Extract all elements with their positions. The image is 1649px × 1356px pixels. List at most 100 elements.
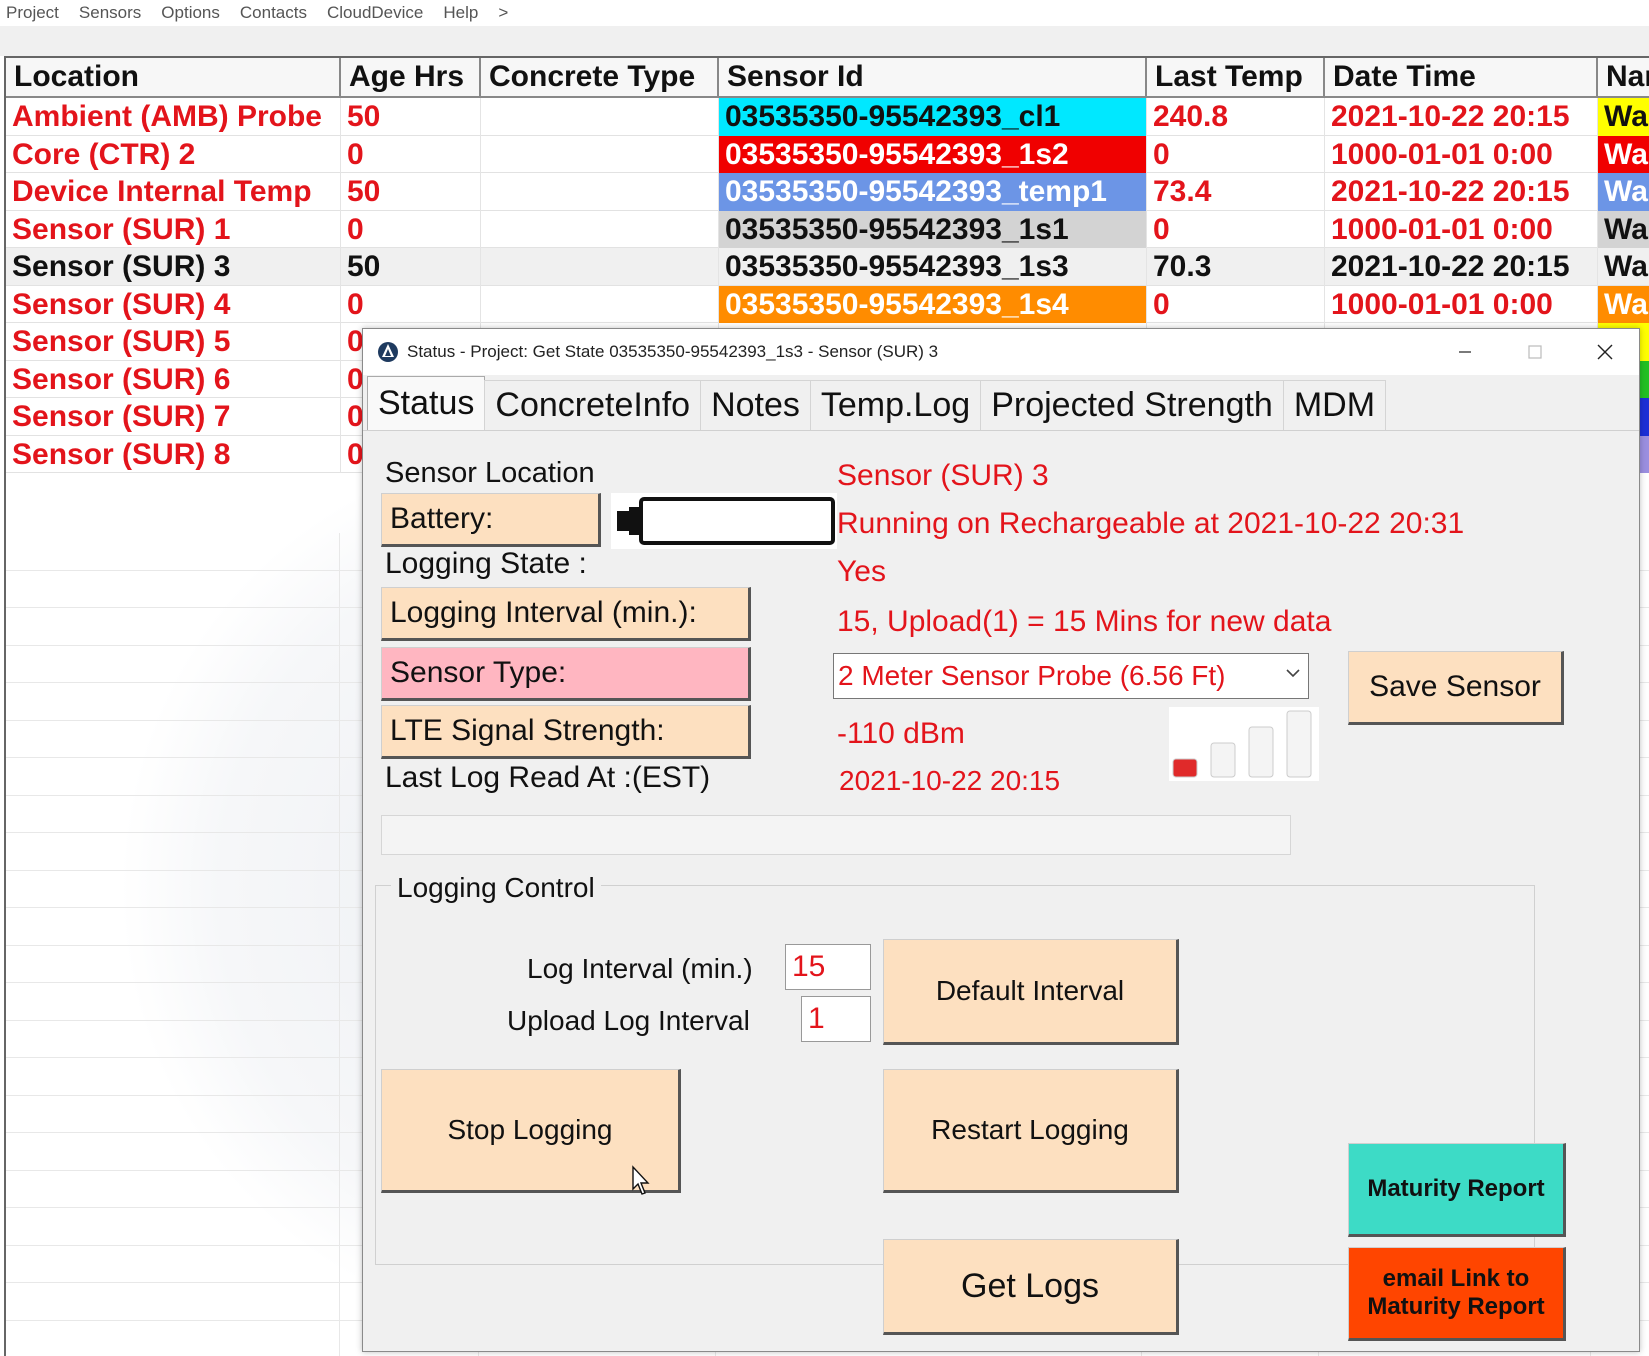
tab-status[interactable]: Status	[367, 376, 486, 430]
table-row[interactable]: Sensor (SUR) 4 0 03535350-95542393_1s4 0 100…	[6, 285, 1649, 323]
cell-name[interactable]: Wa	[1598, 210, 1649, 248]
tab-mdm[interactable]: MDM	[1282, 380, 1387, 430]
maturity-report-button[interactable]: Maturity Report	[1348, 1143, 1566, 1237]
mouse-cursor-icon	[632, 1165, 650, 1195]
app-logo-icon	[378, 342, 398, 362]
header-name[interactable]: Nar	[1598, 58, 1649, 96]
logging-control-title: Logging Control	[391, 872, 601, 904]
menu-overflow[interactable]: >	[488, 0, 518, 26]
cell-age-hrs[interactable]: 0	[341, 285, 481, 323]
sensor-type-label: Sensor Type:	[381, 647, 751, 701]
cell-sensor-id[interactable]: 03535350-95542393_1s4	[719, 285, 1147, 323]
cell-concrete-type[interactable]	[481, 135, 719, 173]
tab-temp-log[interactable]: Temp.Log	[809, 380, 982, 430]
cell-last-temp[interactable]: 0	[1147, 135, 1325, 173]
maximize-button[interactable]	[1501, 329, 1569, 375]
cell-location[interactable]: Sensor (SUR) 5	[6, 323, 341, 361]
table-row[interactable]: Sensor (SUR) 3 50 03535350-95542393_1s3 70.…	[6, 248, 1649, 286]
header-sensor-id[interactable]: Sensor Id	[719, 58, 1147, 96]
empty-grid-cell	[6, 983, 340, 1021]
last-log-read-label: Last Log Read At :(EST)	[385, 761, 711, 794]
sensor-type-select[interactable]: 2 Meter Sensor Probe (6.56 Ft)	[833, 653, 1309, 699]
cell-age-hrs[interactable]: 50	[341, 98, 481, 136]
upload-interval-input[interactable]	[801, 996, 871, 1042]
cell-location[interactable]: Sensor (SUR) 6	[6, 360, 341, 398]
grid-header-row: Location Age Hrs Concrete Type Sensor Id…	[6, 58, 1649, 98]
cell-location[interactable]: Sensor (SUR) 1	[6, 210, 341, 248]
cell-sensor-id[interactable]: 03535350-95542393_1s1	[719, 210, 1147, 248]
cell-date-time[interactable]: 2021-10-22 20:15	[1325, 98, 1598, 136]
table-row[interactable]: Core (CTR) 2 0 03535350-95542393_1s2 0 1000-…	[6, 135, 1649, 173]
cell-concrete-type[interactable]	[481, 173, 719, 211]
menu-sensors[interactable]: Sensors	[69, 0, 151, 26]
menu-project[interactable]: Project	[0, 0, 69, 26]
battery-icon	[617, 497, 835, 545]
cell-age-hrs[interactable]: 0	[341, 135, 481, 173]
cell-name[interactable]: Wa	[1598, 248, 1649, 286]
header-last-temp[interactable]: Last Temp	[1147, 58, 1325, 96]
cell-name[interactable]: Wa	[1598, 173, 1649, 211]
cell-date-time[interactable]: 1000-01-01 0:00	[1325, 210, 1598, 248]
cell-name[interactable]: Wa	[1598, 98, 1649, 136]
cell-age-hrs[interactable]: 50	[341, 248, 481, 286]
header-age-hrs[interactable]: Age Hrs	[341, 58, 481, 96]
empty-grid-cell	[6, 870, 340, 908]
cell-date-time[interactable]: 2021-10-22 20:15	[1325, 248, 1598, 286]
tab-notes[interactable]: Notes	[700, 380, 811, 430]
cell-concrete-type[interactable]	[481, 248, 719, 286]
empty-grid-cell	[6, 1020, 340, 1058]
menu-contacts[interactable]: Contacts	[230, 0, 317, 26]
minimize-button[interactable]	[1431, 329, 1499, 375]
get-logs-button[interactable]: Get Logs	[883, 1239, 1179, 1335]
cell-location[interactable]: Device Internal Temp	[6, 173, 341, 211]
cell-concrete-type[interactable]	[481, 98, 719, 136]
tab-projected-strength[interactable]: Projected Strength	[980, 380, 1284, 430]
email-link-maturity-report-button[interactable]: email Link to Maturity Report	[1348, 1247, 1566, 1341]
header-date-time[interactable]: Date Time	[1325, 58, 1598, 96]
menu-options[interactable]: Options	[151, 0, 230, 26]
save-sensor-button[interactable]: Save Sensor	[1348, 651, 1564, 725]
close-icon	[1597, 344, 1613, 360]
menu-clouddevice[interactable]: CloudDevice	[317, 0, 433, 26]
logging-interval-value: 15, Upload(1) = 15 Mins for new data	[837, 605, 1332, 638]
cell-last-temp[interactable]: 0	[1147, 285, 1325, 323]
cell-location[interactable]: Ambient (AMB) Probe	[6, 98, 341, 136]
cell-location[interactable]: Sensor (SUR) 8	[6, 435, 341, 473]
table-row[interactable]: Device Internal Temp 50 03535350-95542393_…	[6, 173, 1649, 211]
cell-date-time[interactable]: 1000-01-01 0:00	[1325, 285, 1598, 323]
cell-sensor-id[interactable]: 03535350-95542393_temp1	[719, 173, 1147, 211]
cell-age-hrs[interactable]: 50	[341, 173, 481, 211]
table-row[interactable]: Sensor (SUR) 1 0 03535350-95542393_1s1 0 100…	[6, 210, 1649, 248]
cell-concrete-type[interactable]	[481, 210, 719, 248]
menu-help[interactable]: Help	[433, 0, 488, 26]
log-interval-input[interactable]	[785, 944, 871, 990]
tab-concreteinfo[interactable]: ConcreteInfo	[484, 380, 702, 430]
cell-sensor-id[interactable]: 03535350-95542393_cl1	[719, 98, 1147, 136]
cell-sensor-id[interactable]: 03535350-95542393_1s3	[719, 248, 1147, 286]
cell-location[interactable]: Sensor (SUR) 3	[6, 248, 341, 286]
cell-last-temp[interactable]: 240.8	[1147, 98, 1325, 136]
table-row[interactable]: Ambient (AMB) Probe 50 03535350-95542393_c…	[6, 98, 1649, 136]
header-location[interactable]: Location	[6, 58, 341, 96]
cell-location[interactable]: Core (CTR) 2	[6, 135, 341, 173]
cell-location[interactable]: Sensor (SUR) 7	[6, 398, 341, 436]
default-interval-button[interactable]: Default Interval	[883, 939, 1179, 1045]
dialog-titlebar[interactable]: Status - Project: Get State 03535350-955…	[363, 329, 1639, 375]
header-concrete-type[interactable]: Concrete Type	[481, 58, 719, 96]
empty-grid-cell	[6, 720, 340, 758]
cell-location[interactable]: Sensor (SUR) 4	[6, 285, 341, 323]
cell-concrete-type[interactable]	[481, 285, 719, 323]
progress-bar	[381, 815, 1291, 855]
cell-date-time[interactable]: 2021-10-22 20:15	[1325, 173, 1598, 211]
cell-name[interactable]: Wa	[1598, 285, 1649, 323]
restart-logging-button[interactable]: Restart Logging	[883, 1069, 1179, 1193]
cell-age-hrs[interactable]: 0	[341, 210, 481, 248]
close-button[interactable]	[1571, 329, 1639, 375]
cell-sensor-id[interactable]: 03535350-95542393_1s2	[719, 135, 1147, 173]
cell-last-temp[interactable]: 70.3	[1147, 248, 1325, 286]
logging-state-value: Yes	[837, 555, 886, 588]
cell-last-temp[interactable]: 0	[1147, 210, 1325, 248]
cell-last-temp[interactable]: 73.4	[1147, 173, 1325, 211]
cell-name[interactable]: Wa	[1598, 135, 1649, 173]
cell-date-time[interactable]: 1000-01-01 0:00	[1325, 135, 1598, 173]
